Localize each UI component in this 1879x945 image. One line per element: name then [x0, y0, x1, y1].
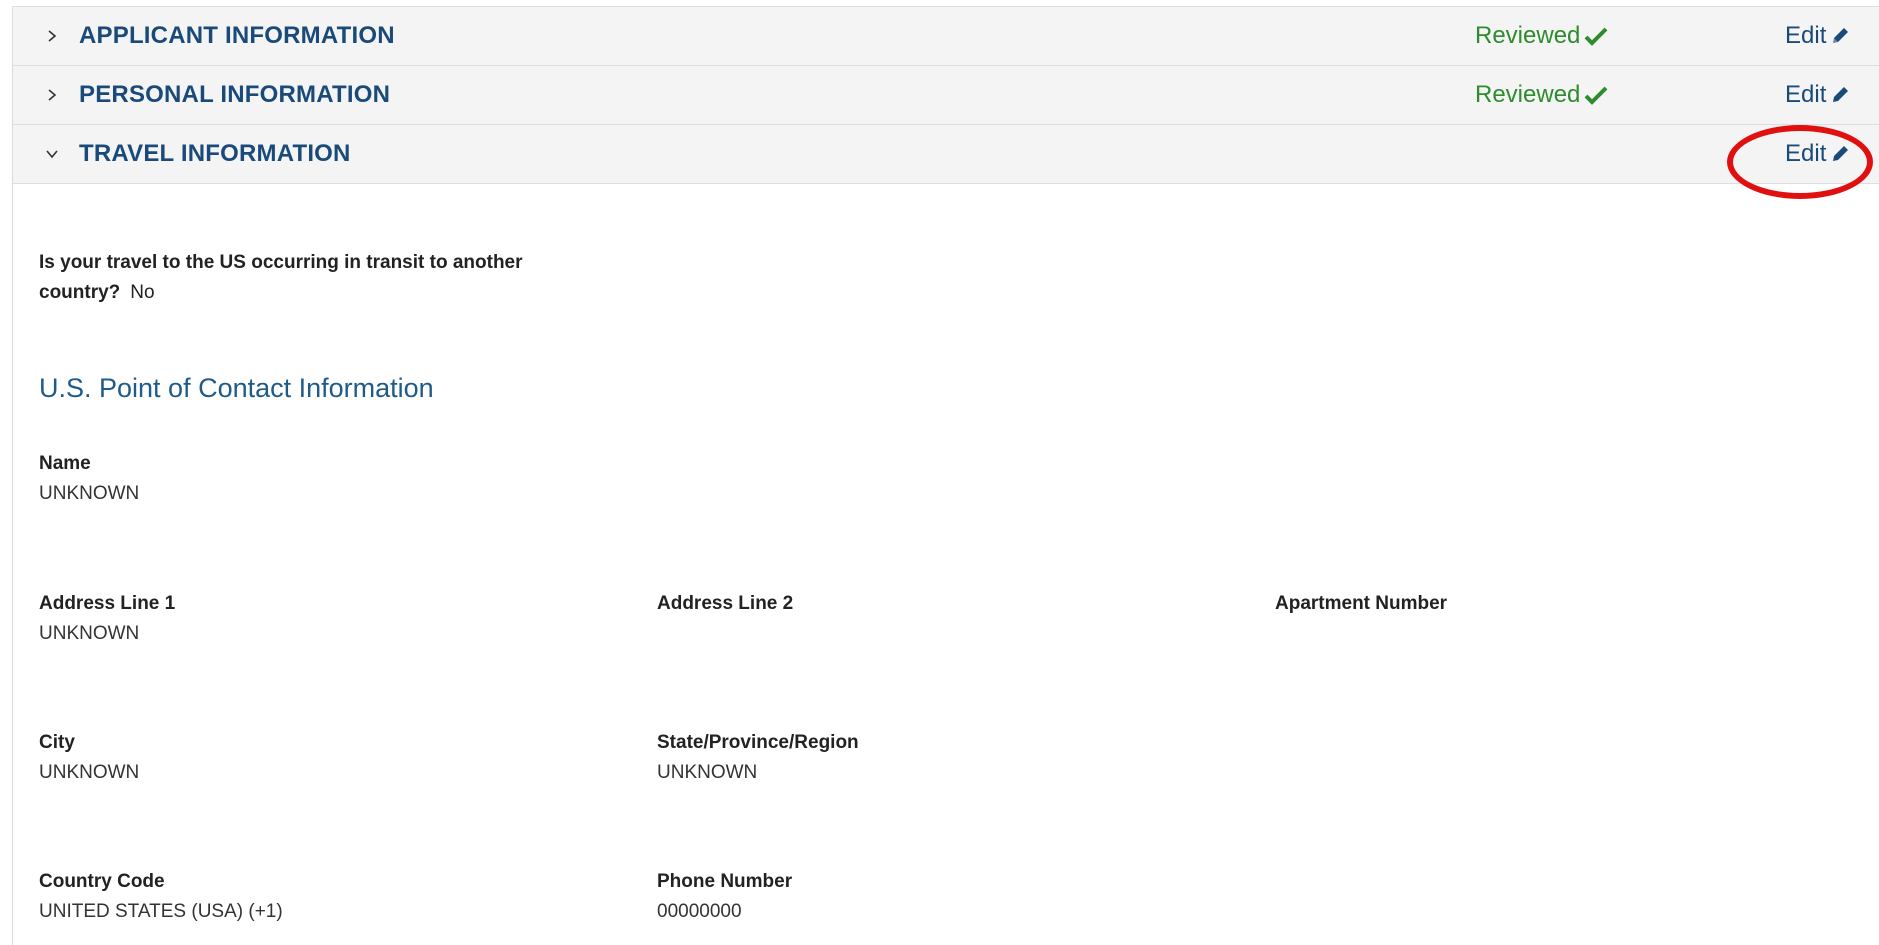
chevron-right-icon[interactable] [45, 88, 65, 102]
field-label: Phone Number [657, 871, 793, 892]
reviewed-label: Reviewed [1475, 22, 1581, 49]
field-label: Apartment Number [1275, 593, 1448, 614]
field-label: Address Line 2 [657, 593, 794, 614]
edit-personal-information-button[interactable]: Edit [1785, 81, 1850, 109]
transit-answer: No [130, 282, 155, 303]
field-label: Country Code [39, 871, 165, 892]
review-accordion: APPLICANT INFORMATION Reviewed Edit PERS… [12, 6, 1879, 945]
field-value: UNKNOWN [39, 762, 140, 783]
edit-label[interactable]: Edit [1785, 140, 1826, 168]
section-title[interactable]: TRAVEL INFORMATION [79, 140, 351, 168]
pencil-icon[interactable] [1830, 26, 1850, 46]
field-apartment-number: Apartment Number [1275, 589, 1447, 649]
pencil-icon[interactable] [1830, 85, 1850, 105]
field-address-line-1: Address Line 1 UNKNOWN [39, 589, 175, 649]
field-label: State/Province/Region [657, 732, 859, 753]
field-label: Address Line 1 [39, 593, 176, 614]
checkmark-icon [1584, 86, 1608, 105]
transit-question: Is your travel to the US occurring in tr… [39, 248, 579, 308]
field-value [657, 619, 793, 649]
edit-applicant-information-button[interactable]: Edit [1785, 22, 1850, 50]
chevron-right-icon[interactable] [45, 29, 65, 43]
section-title[interactable]: PERSONAL INFORMATION [79, 81, 390, 109]
edit-label[interactable]: Edit [1785, 81, 1826, 109]
field-value: UNKNOWN [39, 623, 140, 644]
field-address-line-2: Address Line 2 [657, 589, 793, 649]
reviewed-status: Reviewed [1475, 22, 1608, 50]
field-city: City UNKNOWN [39, 728, 139, 788]
section-travel-information[interactable]: TRAVEL INFORMATION Edit [13, 124, 1879, 184]
section-personal-information[interactable]: PERSONAL INFORMATION Reviewed Edit [13, 65, 1879, 125]
edit-travel-information-button[interactable]: Edit [1785, 140, 1850, 168]
section-applicant-information[interactable]: APPLICANT INFORMATION Reviewed Edit [13, 6, 1879, 66]
field-state-province-region: State/Province/Region UNKNOWN [657, 728, 859, 788]
field-value: 00000000 [657, 901, 742, 922]
field-phone-number: Phone Number 00000000 [657, 867, 792, 927]
field-label: City [39, 732, 75, 753]
field-value: UNITED STATES (USA) (+1) [39, 901, 283, 922]
field-label: Name [39, 453, 91, 474]
edit-label[interactable]: Edit [1785, 22, 1826, 50]
field-country-code: Country Code UNITED STATES (USA) (+1) [39, 867, 283, 927]
chevron-down-icon[interactable] [45, 147, 65, 161]
field-value: UNKNOWN [39, 483, 140, 504]
pencil-icon[interactable] [1830, 144, 1850, 164]
section-title[interactable]: APPLICANT INFORMATION [79, 22, 395, 50]
checkmark-icon [1584, 27, 1608, 46]
field-value [1275, 619, 1447, 649]
reviewed-status: Reviewed [1475, 81, 1608, 109]
transit-question-label: Is your travel to the US occurring in tr… [39, 252, 523, 303]
field-value: UNKNOWN [657, 762, 758, 783]
field-name: Name UNKNOWN [39, 449, 139, 509]
poc-heading: U.S. Point of Contact Information [39, 373, 434, 403]
reviewed-label: Reviewed [1475, 81, 1581, 108]
